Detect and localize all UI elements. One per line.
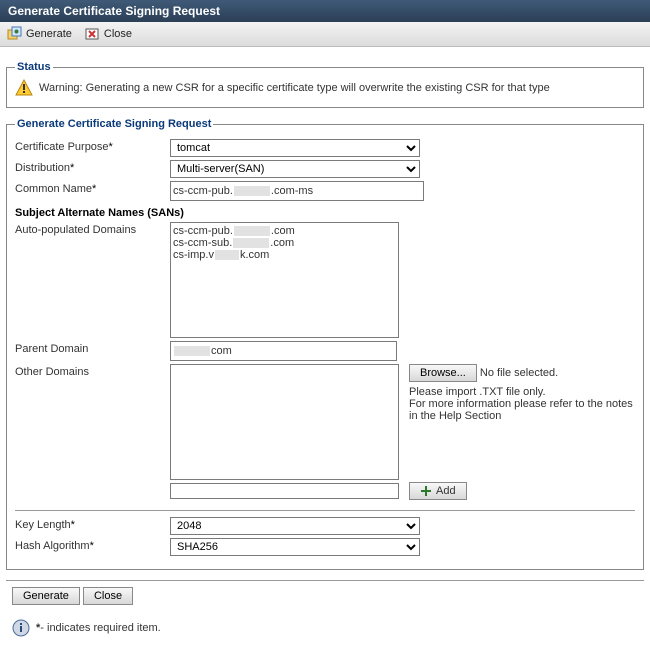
import-hint-2: For more information please refer to the…	[409, 398, 635, 422]
toolbar-generate-button[interactable]: Generate	[6, 26, 72, 42]
info-icon	[12, 619, 30, 637]
close-icon	[84, 26, 100, 42]
toolbar-close-label: Close	[104, 28, 132, 40]
common-name-suffix: .com-ms	[271, 185, 313, 197]
csr-fieldset: Generate Certificate Signing Request Cer…	[6, 118, 644, 570]
footnote: *- indicates required item.	[36, 622, 161, 634]
status-legend: Status	[15, 61, 53, 73]
list-item: cs-ccm-pub..com	[173, 225, 396, 237]
common-name-input[interactable]: cs-ccm-pub. .com-ms	[170, 181, 424, 201]
auto-domains-label: Auto-populated Domains	[15, 222, 170, 236]
close-button[interactable]: Close	[83, 587, 133, 605]
window-title: Generate Certificate Signing Request	[8, 4, 220, 18]
other-domains-textarea[interactable]	[170, 364, 399, 480]
window-titlebar: Generate Certificate Signing Request	[0, 0, 650, 22]
auto-domains-list[interactable]: cs-ccm-pub..com cs-ccm-sub..com cs-imp.v…	[170, 222, 399, 338]
certificate-purpose-label: Certificate Purpose	[15, 139, 170, 153]
browse-button[interactable]: Browse...	[409, 364, 477, 382]
generate-button[interactable]: Generate	[12, 587, 80, 605]
status-fieldset: Status Warning: Generating a new CSR for…	[6, 61, 644, 108]
list-item: cs-imp.vk.com	[173, 249, 396, 261]
common-name-prefix: cs-ccm-pub.	[173, 185, 233, 197]
distribution-label: Distribution	[15, 160, 170, 174]
common-name-label: Common Name	[15, 181, 170, 195]
parent-domain-input[interactable]: com	[170, 341, 397, 361]
redacted-text	[174, 346, 210, 356]
add-button-label: Add	[436, 485, 456, 497]
other-domains-label: Other Domains	[15, 364, 170, 378]
list-item: cs-ccm-sub..com	[173, 237, 396, 249]
distribution-select[interactable]: Multi-server(SAN)	[170, 160, 420, 178]
other-domain-input[interactable]	[170, 483, 399, 499]
toolbar: Generate Close	[0, 22, 650, 47]
import-hint-1: Please import .TXT file only.	[409, 386, 635, 398]
add-button[interactable]: Add	[409, 482, 467, 500]
status-warning-row: Warning: Generating a new CSR for a spec…	[15, 79, 635, 97]
san-heading: Subject Alternate Names (SANs)	[15, 207, 635, 219]
hash-algorithm-select[interactable]: SHA256	[170, 538, 420, 556]
toolbar-generate-label: Generate	[26, 28, 72, 40]
redacted-text	[234, 186, 270, 196]
parent-domain-suffix: com	[211, 345, 232, 357]
status-warning-text: Warning: Generating a new CSR for a spec…	[39, 82, 550, 94]
separator	[6, 580, 644, 581]
toolbar-close-button[interactable]: Close	[84, 26, 132, 42]
parent-domain-label: Parent Domain	[15, 341, 170, 355]
separator	[15, 510, 635, 511]
generate-icon	[6, 26, 22, 42]
hash-algorithm-label: Hash Algorithm	[15, 538, 170, 552]
warning-icon	[15, 79, 33, 97]
certificate-purpose-select[interactable]: tomcat	[170, 139, 420, 157]
plus-icon	[420, 485, 432, 497]
no-file-text: No file selected.	[480, 367, 558, 379]
key-length-label: Key Length	[15, 517, 170, 531]
key-length-select[interactable]: 2048	[170, 517, 420, 535]
csr-legend: Generate Certificate Signing Request	[15, 118, 213, 130]
